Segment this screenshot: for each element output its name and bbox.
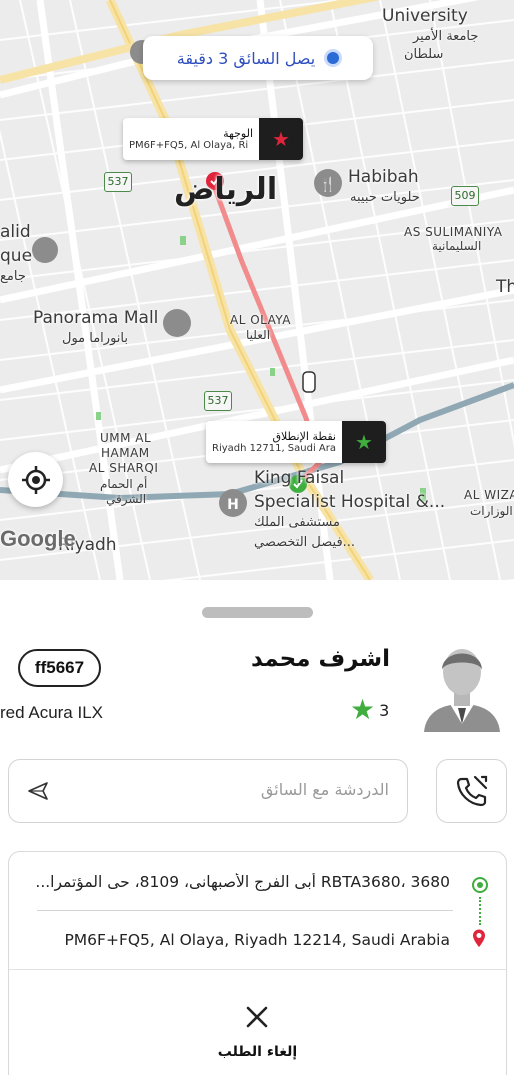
trip-card: 3680 ،RBTA3680 أبى الفرج الأصبهانى، 8109… bbox=[8, 851, 507, 1075]
map-label-umm-ar-1: أم الحمام bbox=[100, 477, 148, 491]
map-label-city: الرياض bbox=[174, 172, 278, 207]
map-label-olaya: AL OLAYA bbox=[230, 313, 291, 327]
close-icon bbox=[246, 1006, 268, 1028]
road-shield-509: 509 bbox=[451, 186, 479, 206]
driver-rating: ★ 3 bbox=[350, 696, 389, 724]
destination-marker-info: الوجهة PM6F+FQ5, Al Olaya, Ri bbox=[123, 118, 259, 160]
map-label-panorama: Panorama Mall bbox=[33, 308, 159, 328]
cancel-button[interactable] bbox=[242, 1002, 272, 1032]
map-label-sulimaniya-ar: السليمانية bbox=[432, 239, 482, 253]
pickup-marker-address: Riyadh 12711, Saudi Arabi bbox=[212, 443, 336, 454]
crosshair-icon bbox=[21, 465, 50, 494]
card-divider bbox=[9, 969, 506, 970]
map-label-alid-1: alid bbox=[0, 222, 31, 242]
pickup-dot-icon bbox=[472, 877, 488, 893]
map-label-sulimaniya: AS SULIMANIYA bbox=[404, 225, 503, 239]
map-label-olaya-ar: العليا bbox=[246, 328, 271, 342]
map-label-university-ar-1: جامعة الأمير bbox=[413, 29, 479, 44]
map-label-umm-3: AL SHARQI bbox=[89, 461, 159, 475]
pickup-star-icon: ★ bbox=[342, 421, 386, 463]
map-label-hospital-1: King Faisal bbox=[254, 468, 345, 488]
license-plate: ff5667 bbox=[18, 649, 101, 687]
pickup-address[interactable]: 3680 ،RBTA3680 أبى الفرج الأصبهانى، 8109… bbox=[35, 873, 450, 891]
send-icon[interactable] bbox=[27, 780, 49, 802]
destination-marker-title: الوجهة bbox=[223, 127, 253, 140]
cancel-label[interactable]: إلغاء الطلب bbox=[9, 1044, 506, 1060]
sheet-drag-handle[interactable] bbox=[202, 607, 313, 618]
map-label-wizarat-ar: الوزارات bbox=[470, 504, 513, 518]
map-label-th: Th bbox=[496, 277, 514, 297]
driver-avatar[interactable] bbox=[420, 640, 504, 732]
map-label-alid-2: que bbox=[0, 246, 33, 266]
pickup-marker-info: نقطة الإنطلاق Riyadh 12711, Saudi Arabi bbox=[206, 421, 342, 463]
map-label-panorama-ar: بانوراما مول bbox=[62, 331, 128, 346]
map-label-habibah: Habibah bbox=[348, 167, 419, 187]
call-driver-button[interactable] bbox=[436, 759, 507, 823]
rating-value: 3 bbox=[379, 700, 390, 720]
map-label-hospital-2: Specialist Hospital &... bbox=[254, 492, 446, 512]
destination-marker-address: PM6F+FQ5, Al Olaya, Ri bbox=[129, 140, 249, 151]
map-label-hospital-ar-1: مستشفى الملك bbox=[254, 515, 340, 530]
destination-star-icon: ★ bbox=[259, 118, 303, 160]
address-divider bbox=[37, 910, 453, 911]
app-screen: 🍴 H الرياض University جامعة الأمير سلطان… bbox=[0, 0, 514, 1075]
road-shield-537-south: 537 bbox=[204, 391, 232, 411]
map-label-university-ar-2: سلطان bbox=[404, 47, 444, 62]
map-label-umm-2: HAMAM bbox=[101, 446, 150, 460]
driver-sheet: ff5667 red Acura ILX اشرف محمد ★ 3 الدرد… bbox=[0, 580, 514, 1075]
road-shield-537-north: 537 bbox=[104, 172, 132, 192]
car-model: red Acura ILX bbox=[0, 703, 104, 722]
dropoff-address[interactable]: PM6F+FQ5, Al Olaya, Riyadh 12214, Saudi … bbox=[64, 931, 450, 949]
svg-text:H: H bbox=[227, 497, 239, 513]
map-label-umm-ar-2: الشرقي bbox=[106, 492, 147, 506]
eta-text: يصل السائق 3 دقيقة bbox=[176, 48, 316, 68]
map-label-alid-3: جامع bbox=[0, 269, 26, 284]
dropoff-pin-icon bbox=[473, 929, 485, 947]
driver-name: اشرف محمد bbox=[250, 646, 390, 672]
route-connector bbox=[479, 897, 481, 925]
chat-placeholder: الدردشة مع السائق bbox=[260, 780, 389, 799]
map-label-umm-1: UMM AL bbox=[100, 431, 152, 445]
chat-input[interactable]: الدردشة مع السائق bbox=[8, 759, 408, 823]
map-view[interactable]: 🍴 H الرياض University جامعة الأمير سلطان… bbox=[0, 0, 514, 580]
eta-dot-icon bbox=[327, 52, 340, 64]
google-logo: Google bbox=[0, 526, 76, 551]
phone-icon bbox=[456, 775, 487, 807]
destination-marker[interactable]: الوجهة PM6F+FQ5, Al Olaya, Ri ★ bbox=[123, 118, 303, 160]
map-label-hospital-ar-2: فيصل التخصصي... bbox=[254, 535, 356, 550]
pickup-marker[interactable]: نقطة الإنطلاق Riyadh 12711, Saudi Arabi … bbox=[206, 421, 386, 463]
eta-pill: يصل السائق 3 دقيقة bbox=[143, 36, 373, 80]
map-label-habibah-ar: حلويات حبيبه bbox=[350, 190, 420, 205]
map-label-university: University bbox=[382, 6, 468, 26]
pickup-marker-title: نقطة الإنطلاق bbox=[272, 430, 336, 443]
svg-text:🍴: 🍴 bbox=[319, 176, 336, 193]
star-icon: ★ bbox=[350, 693, 376, 726]
map-label-wizarat: AL WIZA bbox=[464, 488, 514, 502]
my-location-button[interactable] bbox=[8, 452, 63, 507]
